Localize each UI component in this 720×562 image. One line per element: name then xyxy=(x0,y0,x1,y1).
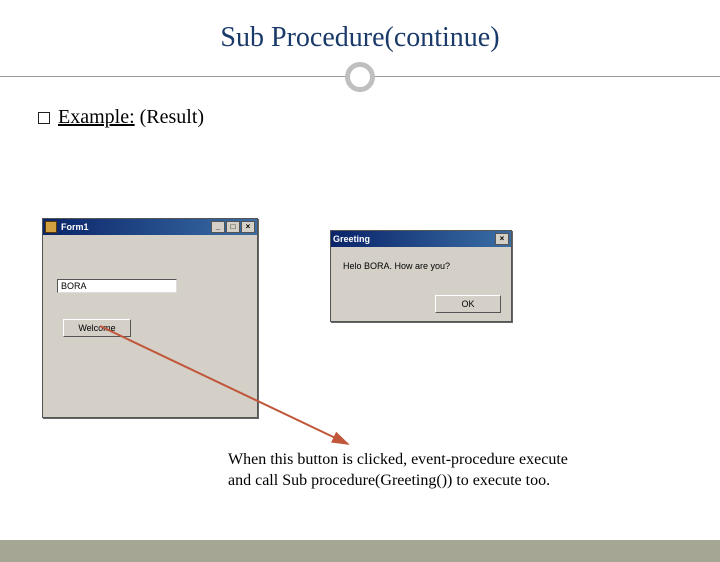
form-icon xyxy=(45,221,57,233)
greeting-title-text: Greeting xyxy=(333,234,370,244)
minimize-button[interactable]: _ xyxy=(211,221,225,233)
dialog-close-button[interactable]: × xyxy=(495,233,509,245)
square-bullet-icon xyxy=(38,112,50,124)
maximize-button[interactable]: □ xyxy=(226,221,240,233)
form1-titlebar: Form1 _ □ × xyxy=(43,219,257,235)
close-button[interactable]: × xyxy=(241,221,255,233)
caption: When this button is clicked, event-proce… xyxy=(228,450,638,492)
greeting-titlebar: Greeting × xyxy=(331,231,511,247)
greeting-message: Helo BORA. How are you? xyxy=(331,247,511,271)
divider-with-circle xyxy=(0,62,720,92)
name-input[interactable]: BORA xyxy=(57,279,177,293)
slide-title: Sub Procedure(continue) xyxy=(0,22,720,54)
welcome-button[interactable]: Welcome xyxy=(63,319,131,337)
example-heading: Example: (Result) xyxy=(38,106,720,129)
ok-button[interactable]: OK xyxy=(435,295,501,313)
form1-window: Form1 _ □ × BORA Welcome xyxy=(42,218,258,418)
circle-icon xyxy=(345,62,375,92)
form1-title-text: Form1 xyxy=(61,222,89,232)
greeting-dialog: Greeting × Helo BORA. How are you? OK xyxy=(330,230,512,322)
footer-bar xyxy=(0,540,720,562)
